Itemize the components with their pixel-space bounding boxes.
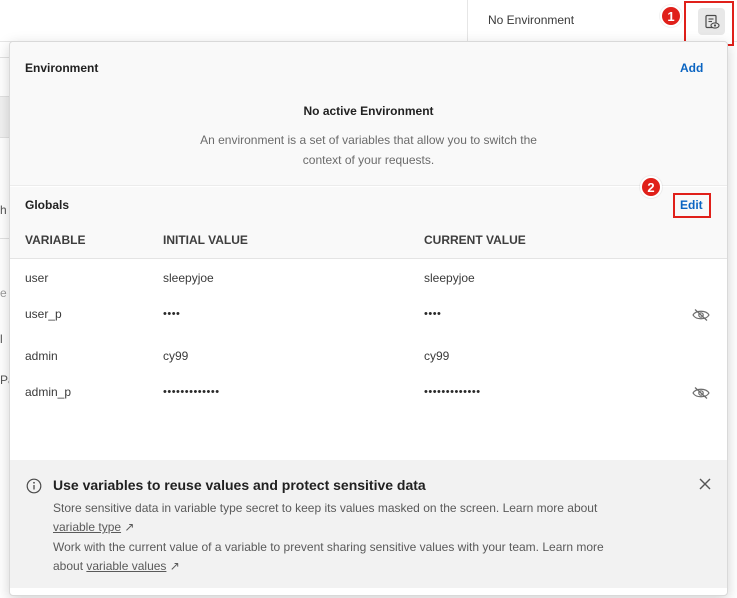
- tip-text-line: about variable values ↗: [53, 559, 180, 573]
- table-row-current-value: sleepyjoe: [424, 271, 475, 285]
- background-panel: [0, 96, 9, 138]
- background-text-fragment: e: [0, 286, 7, 300]
- add-environment-button[interactable]: Add: [680, 61, 703, 75]
- highlight-frame-edit: [673, 193, 711, 218]
- background-text-fragment: l: [0, 332, 3, 346]
- background-divider: [0, 57, 9, 58]
- eye-slash-icon[interactable]: [692, 308, 710, 322]
- top-bar-divider: [467, 0, 468, 42]
- table-row-variable: admin: [25, 349, 58, 363]
- table-row-initial-value-masked: •••••••••••••: [163, 386, 220, 398]
- table-row-variable: admin_p: [25, 385, 72, 399]
- background-text-fragment: Pa: [0, 373, 9, 387]
- top-bar: [0, 0, 737, 42]
- table-row-current-value: cy99: [424, 349, 450, 363]
- column-header-variable: VARIABLE: [25, 233, 86, 247]
- table-row-current-value-masked: ••••: [424, 308, 442, 320]
- info-icon: [26, 478, 42, 494]
- external-link-icon: ↗: [169, 559, 180, 573]
- environment-quick-look-button[interactable]: [698, 8, 725, 35]
- tip-text-line: Store sensitive data in variable type se…: [53, 501, 598, 515]
- eye-document-icon: [704, 14, 720, 29]
- tip-text-line: variable type ↗: [53, 520, 134, 534]
- close-icon[interactable]: [698, 477, 712, 491]
- environment-selector[interactable]: No Environment: [488, 13, 574, 27]
- table-row-variable: user_p: [25, 307, 62, 321]
- step-marker-1: 1: [660, 5, 682, 27]
- background-text-fragment: h: [0, 203, 7, 217]
- eye-slash-icon[interactable]: [692, 386, 710, 400]
- column-header-current-value: CURRENT VALUE: [424, 233, 526, 247]
- tip-text-prefix: about: [53, 559, 84, 573]
- environment-quick-look-popover: Environment Add No active Environment An…: [9, 41, 728, 596]
- table-row-initial-value-masked: ••••: [163, 308, 181, 320]
- table-row-variable: user: [25, 271, 49, 285]
- globals-section-title: Globals: [25, 198, 70, 212]
- step-marker-2: 2: [640, 176, 662, 198]
- external-link-icon: ↗: [124, 520, 135, 534]
- no-active-environment-description: An environment is a set of variables tha…: [200, 133, 537, 167]
- variable-values-link[interactable]: variable values: [86, 559, 166, 573]
- environment-section-title: Environment: [25, 61, 99, 75]
- variables-tip-banner: Use variables to reuse values and protec…: [10, 460, 727, 588]
- table-row-initial-value: sleepyjoe: [163, 271, 214, 285]
- column-header-initial-value: INITIAL VALUE: [163, 233, 248, 247]
- environment-section: Environment Add No active Environment An…: [10, 42, 727, 186]
- table-row-current-value-masked: •••••••••••••: [424, 386, 481, 398]
- background-divider: [0, 238, 9, 239]
- tip-title: Use variables to reuse values and protec…: [53, 477, 426, 493]
- globals-header: Globals Edit: [10, 187, 727, 259]
- tip-text-line: Work with the current value of a variabl…: [53, 540, 604, 554]
- no-active-environment-title: No active Environment: [303, 104, 434, 118]
- table-row-initial-value: cy99: [163, 349, 189, 363]
- variable-type-link[interactable]: variable type: [53, 520, 121, 534]
